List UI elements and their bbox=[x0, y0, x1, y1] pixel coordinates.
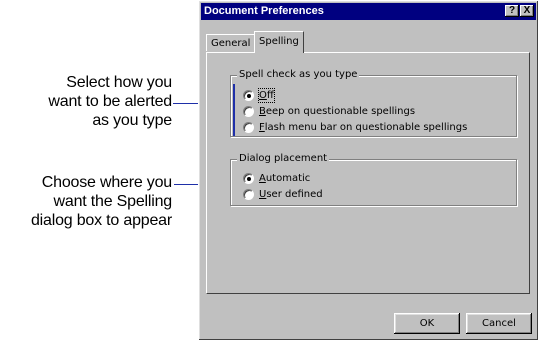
alert-callout: Select how you want to be alerted as you… bbox=[48, 73, 172, 130]
radio-button[interactable] bbox=[243, 173, 254, 184]
accelerator-key: B bbox=[259, 106, 266, 117]
radio-button[interactable] bbox=[243, 106, 254, 117]
option-text: ff bbox=[266, 90, 274, 101]
dialog-title: Document Preferences bbox=[204, 5, 324, 17]
radio-label: Flash menu bar on questionable spellings bbox=[259, 121, 467, 134]
option-text: eep on questionable spellings bbox=[265, 106, 416, 117]
radio-label: User defined bbox=[259, 188, 323, 201]
dialog-placement-group: Dialog placement Automatic User defined bbox=[230, 153, 517, 206]
callout-line: as you type bbox=[92, 112, 172, 129]
document-preferences-dialog: Document Preferences ? X General Spellin… bbox=[198, 0, 538, 340]
option-text: lash menu bar on questionable spellings bbox=[264, 122, 468, 133]
title-bar: Document Preferences ? X bbox=[201, 3, 536, 20]
radio-label: Off bbox=[258, 88, 275, 103]
radio-label: Beep on questionable spellings bbox=[259, 105, 415, 118]
accelerator-key: A bbox=[259, 173, 266, 184]
placement-callout: Choose where you want the Spelling dialo… bbox=[31, 173, 172, 230]
radio-button[interactable] bbox=[243, 90, 254, 101]
radio-label: Automatic bbox=[259, 172, 310, 185]
tab-general[interactable]: General bbox=[206, 34, 255, 51]
close-button[interactable]: X bbox=[520, 5, 534, 17]
dialog-placement-legend: Dialog placement bbox=[237, 153, 330, 165]
option-text: ser defined bbox=[266, 189, 323, 200]
cancel-button[interactable]: Cancel bbox=[466, 313, 532, 334]
callout-line: Choose where you bbox=[41, 174, 172, 191]
spell-check-legend: Spell check as you type bbox=[237, 69, 360, 81]
callout-line: dialog box to appear bbox=[30, 212, 172, 229]
radio-button[interactable] bbox=[243, 189, 254, 200]
tab-spelling[interactable]: Spelling bbox=[254, 31, 304, 53]
spell-check-group: Spell check as you type Off Beep on ques… bbox=[230, 69, 517, 137]
help-button[interactable]: ? bbox=[505, 5, 519, 17]
option-text: utomatic bbox=[265, 173, 311, 184]
callout-line: want to be alerted bbox=[48, 93, 172, 110]
callout-line: want the Spelling bbox=[53, 193, 173, 210]
ok-button[interactable]: OK bbox=[394, 313, 460, 334]
accelerator-key: O bbox=[259, 90, 267, 101]
spelling-tab-panel: Spell check as you type Off Beep on ques… bbox=[206, 52, 530, 294]
radio-button[interactable] bbox=[243, 122, 254, 133]
callout-line: Select how you bbox=[66, 74, 172, 91]
